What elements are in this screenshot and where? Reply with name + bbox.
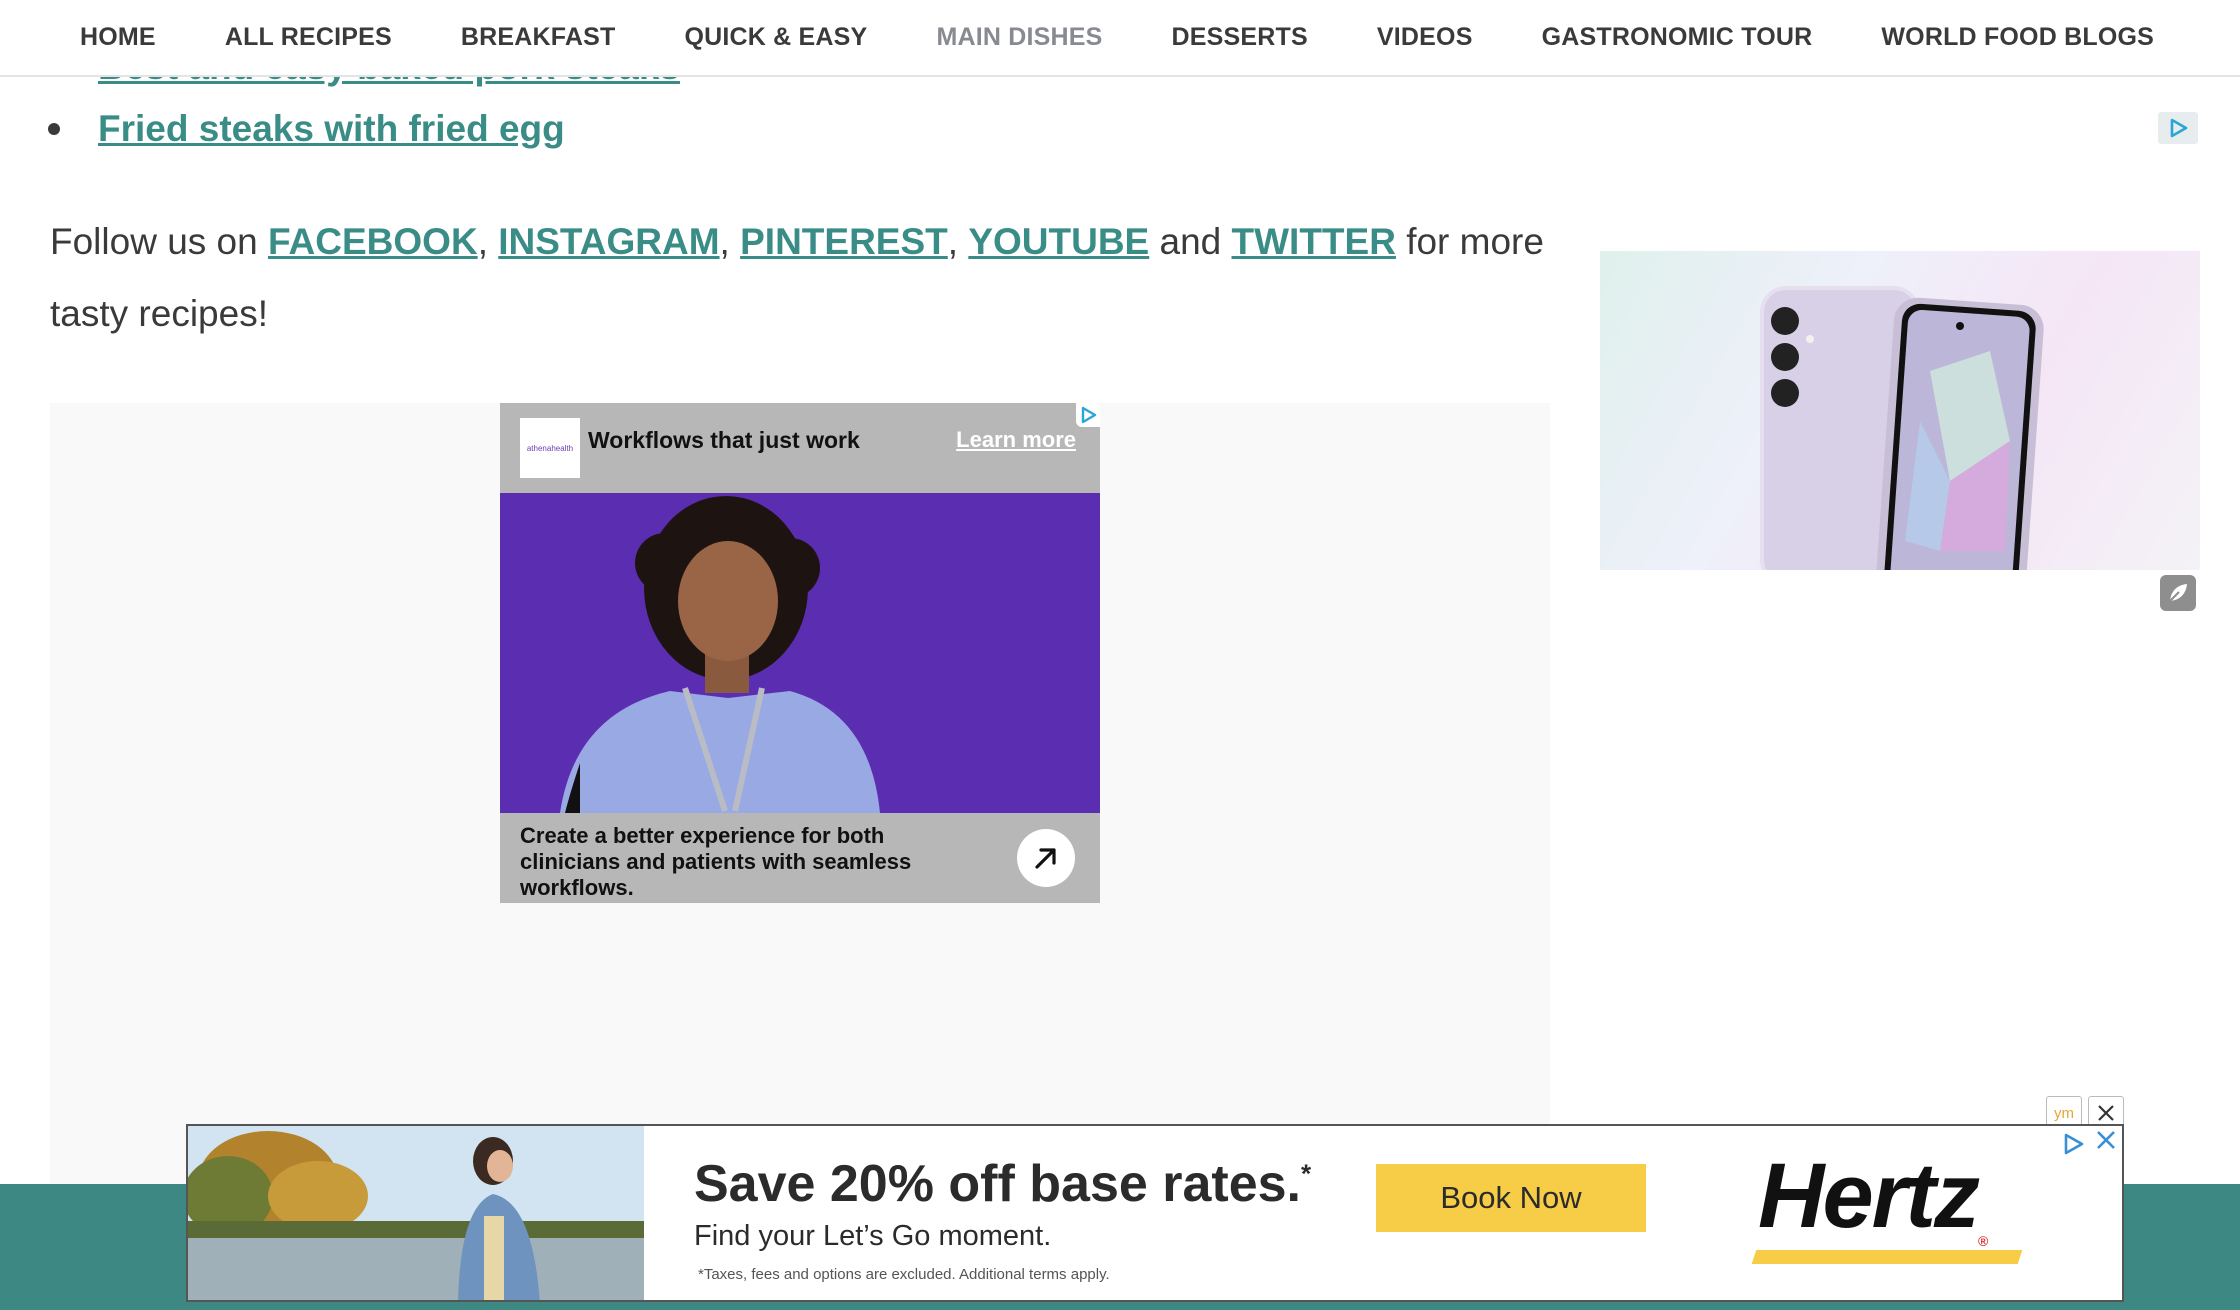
hertz-logo: Hertz® bbox=[1758, 1144, 1988, 1249]
arrow-up-right-icon[interactable] bbox=[1017, 829, 1075, 887]
nav-item-videos[interactable]: VIDEOS bbox=[1377, 23, 1473, 52]
adchoices-icon[interactable] bbox=[2158, 112, 2198, 144]
separator: , bbox=[719, 221, 741, 262]
banner-subline: Find your Let’s Go moment. bbox=[694, 1220, 1052, 1252]
ad-footer: Create a better experience for both clin… bbox=[500, 813, 1100, 903]
nav-item-breakfast[interactable]: BREAKFAST bbox=[461, 23, 616, 52]
advertiser-logo: athenahealth bbox=[520, 418, 580, 478]
nav-item-world-food-blogs[interactable]: WORLD FOOD BLOGS bbox=[1881, 23, 2154, 52]
ym-badge-text: ym bbox=[2054, 1104, 2074, 1122]
banner-headline-text: Save 20% off base rates. bbox=[694, 1155, 1301, 1213]
follow-prefix: Follow us on bbox=[50, 221, 268, 262]
nav-item-desserts[interactable]: DESSERTS bbox=[1172, 23, 1308, 52]
nav-item-all-recipes[interactable]: ALL RECIPES bbox=[225, 23, 392, 52]
ad-headline: Workflows that just work bbox=[588, 427, 860, 453]
book-now-button[interactable]: Book Now bbox=[1376, 1164, 1646, 1232]
adchoices-icon[interactable] bbox=[2060, 1130, 2088, 1163]
sidebar-ad-phone-image[interactable] bbox=[1600, 251, 2200, 570]
banner-disclaimer: *Taxes, fees and options are excluded. A… bbox=[698, 1266, 1110, 1283]
separator: , bbox=[477, 221, 499, 262]
learn-more-link[interactable]: Learn more bbox=[956, 427, 1076, 453]
hertz-logo-text: Hertz bbox=[1758, 1145, 1980, 1247]
youtube-link[interactable]: YOUTUBE bbox=[968, 221, 1149, 262]
top-navigation: HOME ALL RECIPES BREAKFAST QUICK & EASY … bbox=[0, 0, 2240, 77]
recipe-link-fried-steaks[interactable]: Fried steaks with fried egg bbox=[98, 108, 565, 150]
ad-description: Create a better experience for both clin… bbox=[520, 823, 912, 900]
ad-photo bbox=[500, 493, 1100, 813]
follow-us-paragraph: Follow us on FACEBOOK, INSTAGRAM, PINTER… bbox=[50, 206, 1550, 350]
facebook-link[interactable]: FACEBOOK bbox=[268, 221, 478, 262]
adchoices-icon[interactable] bbox=[1076, 403, 1100, 427]
advertiser-logo-text: athenahealth bbox=[526, 443, 574, 453]
banner-headline: Save 20% off base rates.* bbox=[694, 1154, 1311, 1214]
ad-scene-image bbox=[188, 1126, 644, 1300]
bullet-icon bbox=[48, 123, 60, 135]
pinterest-link[interactable]: PINTEREST bbox=[740, 221, 948, 262]
close-icon[interactable] bbox=[2094, 1128, 2118, 1156]
inline-ad[interactable]: athenahealth Workflows that just work Le… bbox=[500, 403, 1100, 903]
bottom-banner-ad[interactable]: Save 20% off base rates.* Find your Let’… bbox=[186, 1124, 2124, 1302]
nav-menu: HOME ALL RECIPES BREAKFAST QUICK & EASY … bbox=[80, 0, 2223, 75]
banner-headline-asterisk: * bbox=[1301, 1158, 1312, 1189]
list-item: Fried steaks with fried egg bbox=[48, 108, 565, 150]
nav-item-quick-easy[interactable]: QUICK & EASY bbox=[684, 23, 867, 52]
nav-item-main-dishes[interactable]: MAIN DISHES bbox=[936, 23, 1102, 52]
nav-item-gastronomic-tour[interactable]: GASTRONOMIC TOUR bbox=[1542, 23, 1813, 52]
ad-header: athenahealth Workflows that just work Le… bbox=[500, 403, 1100, 493]
twitter-link[interactable]: TWITTER bbox=[1232, 221, 1396, 262]
conjunction: and bbox=[1149, 221, 1232, 262]
leaf-icon[interactable] bbox=[2160, 575, 2196, 611]
nav-item-home[interactable]: HOME bbox=[80, 23, 156, 52]
separator: , bbox=[947, 221, 969, 262]
instagram-link[interactable]: INSTAGRAM bbox=[498, 221, 719, 262]
hertz-logo-bar bbox=[1751, 1250, 2023, 1264]
registered-mark: ® bbox=[1978, 1233, 1988, 1249]
